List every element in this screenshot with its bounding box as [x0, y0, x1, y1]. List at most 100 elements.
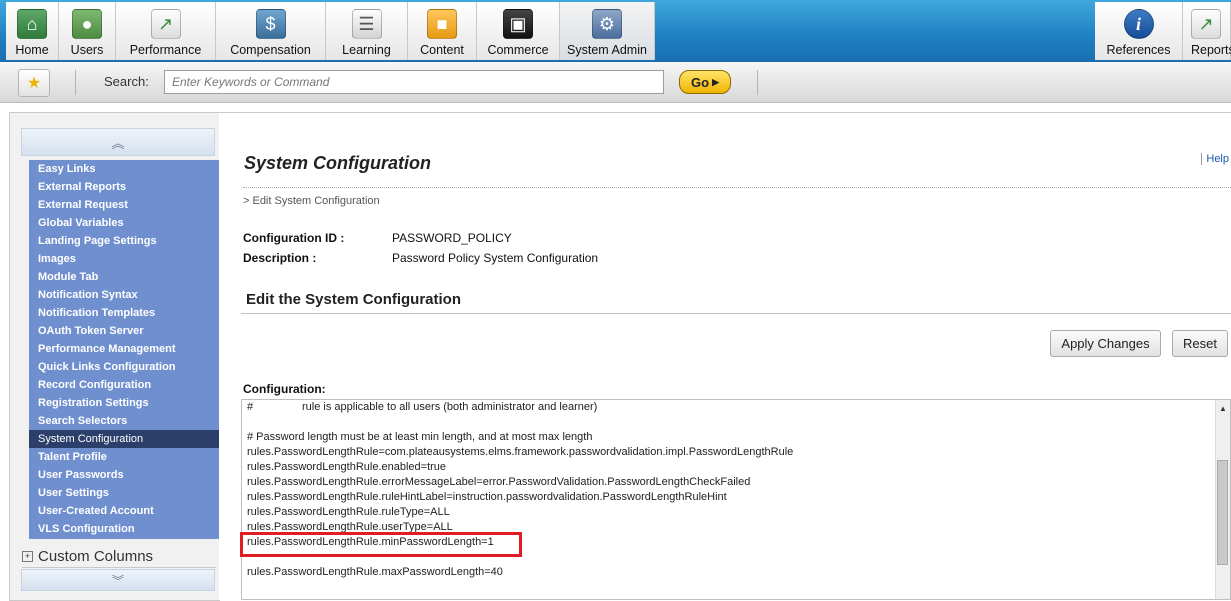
nav-tab-compensation[interactable]: $ Compensation	[216, 2, 326, 60]
nav-tab-performance[interactable]: ↗ Performance	[116, 2, 216, 60]
toolbar-divider	[757, 70, 758, 95]
info-icon: i	[1123, 9, 1154, 39]
sidebar-item-external-request[interactable]: External Request	[29, 196, 226, 214]
config-line: rules.PasswordLengthRule.ruleType=ALL	[247, 506, 450, 518]
nav-tab-label: Home	[15, 43, 49, 57]
favorites-star-button[interactable]: ★	[18, 69, 50, 97]
config-id-value: PASSWORD_POLICY	[392, 231, 512, 245]
nav-tab-users[interactable]: ● Users	[59, 2, 116, 60]
sidebar-item-notification-syntax[interactable]: Notification Syntax	[29, 286, 226, 304]
sidebar-item-user-created-account[interactable]: User-Created Account	[29, 502, 226, 520]
commerce-briefcase-icon: ▣	[503, 9, 533, 39]
nav-tab-label: References	[1106, 43, 1171, 57]
sidebar-item-module-tab[interactable]: Module Tab	[29, 268, 226, 286]
config-line: rules.PasswordLengthRule=com.plateausyst…	[247, 446, 794, 458]
double-chevron-up-icon: ︽	[111, 135, 125, 151]
sidebar-item-external-reports[interactable]: External Reports	[29, 178, 226, 196]
section-title: Edit the System Configuration	[246, 291, 462, 308]
sidebar-item-notification-templates[interactable]: Notification Templates	[29, 304, 226, 322]
reports-chart-icon: ↗	[1191, 9, 1221, 39]
search-label: Search:	[104, 74, 149, 89]
sidebar-section-label: Custom Columns	[38, 547, 154, 565]
home-icon: ⌂	[17, 9, 47, 39]
highlight-box-min-password-length	[240, 532, 522, 557]
nav-tab-references[interactable]: i References	[1095, 2, 1183, 60]
page-title: System Configuration	[244, 153, 432, 173]
help-link[interactable]: Help	[1201, 153, 1229, 165]
learning-document-icon: ☰	[351, 9, 382, 39]
nav-tab-label: System Admin	[567, 43, 647, 57]
section-divider	[241, 313, 1231, 314]
config-line	[247, 415, 793, 430]
play-arrow-icon: ▶	[712, 76, 719, 87]
sidebar-item-oauth-token-server[interactable]: OAuth Token Server	[29, 322, 226, 340]
sidebar-item-landing-page-settings[interactable]: Landing Page Settings	[29, 232, 226, 250]
nav-tab-system-admin[interactable]: ⚙ System Admin	[560, 2, 655, 60]
sidebar-item-system-configuration[interactable]: System Configuration	[29, 430, 226, 448]
config-line: rules.PasswordLengthRule.enabled=true	[247, 461, 447, 473]
sidebar-item-easy-links[interactable]: Easy Links	[29, 160, 226, 178]
main-content: System Configuration Help > Edit System …	[219, 112, 1231, 600]
star-icon: ★	[26, 75, 42, 92]
expand-plus-icon: +	[22, 550, 33, 562]
users-icon: ●	[72, 9, 102, 39]
nav-tab-commerce[interactable]: ▣ Commerce	[477, 2, 560, 60]
nav-tab-learning[interactable]: ☰ Learning	[326, 2, 408, 60]
description-label: Description :	[243, 251, 317, 265]
sidebar-item-user-passwords[interactable]: User Passwords	[29, 466, 226, 484]
sidebar-menu: Easy Links External Reports External Reque…	[29, 160, 226, 539]
sidebar-scroll-down-button[interactable]: ︾	[21, 569, 215, 591]
nav-tab-content[interactable]: ■ Content	[408, 2, 477, 60]
right-nav-tabs: i References ↗ Reports	[1095, 2, 1231, 60]
sidebar-item-global-variables[interactable]: Global Variables	[29, 214, 226, 232]
sidebar-scroll-up-button[interactable]: ︽	[21, 128, 215, 156]
config-line: # rule is applicable to all users (both …	[247, 401, 598, 413]
system-admin-icon: ⚙	[592, 9, 622, 39]
main-nav-tabs: ⌂ Home ● Users ↗ Performance $ Compensat…	[6, 2, 655, 60]
toolbar-divider	[75, 70, 76, 95]
configuration-label: Configuration:	[243, 382, 326, 396]
config-line: # Password length must be at least min l…	[247, 431, 593, 443]
configuration-scrollbar[interactable]: ▲	[1215, 400, 1230, 599]
title-divider	[243, 187, 1231, 188]
double-chevron-down-icon: ︾	[111, 573, 124, 588]
sidebar-item-talent-profile[interactable]: Talent Profile	[29, 448, 226, 466]
config-id-label: Configuration ID :	[243, 231, 345, 245]
nav-tab-label: Commerce	[487, 43, 549, 57]
nav-tab-label: Reports	[1191, 43, 1231, 57]
sidebar-item-vls-configuration[interactable]: VLS Configuration	[29, 520, 226, 538]
nav-tab-label: Compensation	[230, 43, 311, 57]
left-sidebar: ︽ Easy Links External Reports External Req…	[9, 112, 226, 601]
sidebar-item-registration-settings[interactable]: Registration Settings	[29, 394, 226, 412]
config-line: rules.PasswordLengthRule.maxPasswordLeng…	[247, 566, 503, 578]
description-value: Password Policy System Configuration	[392, 251, 599, 265]
nav-tab-label: Performance	[129, 43, 202, 57]
config-line: rules.PasswordLengthRule.ruleHintLabel=i…	[247, 491, 727, 503]
sidebar-item-search-selectors[interactable]: Search Selectors	[29, 412, 226, 430]
sidebar-item-record-configuration[interactable]: Record Configuration	[29, 376, 226, 394]
config-line: rules.PasswordLengthRule.errorMessageLab…	[247, 476, 751, 488]
sidebar-item-images[interactable]: Images	[29, 250, 226, 268]
reset-button[interactable]: Reset	[1172, 330, 1228, 357]
apply-changes-button[interactable]: Apply Changes	[1050, 330, 1161, 357]
go-button[interactable]: Go ▶	[679, 70, 731, 94]
nav-tab-home[interactable]: ⌂ Home	[6, 2, 59, 60]
go-button-label: Go	[691, 74, 710, 90]
nav-tab-reports[interactable]: ↗ Reports	[1183, 2, 1231, 60]
sidebar-item-user-settings[interactable]: User Settings	[29, 484, 226, 502]
compensation-icon: $	[255, 9, 286, 39]
nav-tab-label: Content	[420, 43, 464, 57]
content-folder-icon: ■	[427, 9, 457, 39]
configuration-textarea[interactable]: # rule is applicable to all users (both …	[241, 399, 1231, 600]
nav-tab-label: Users	[70, 43, 104, 57]
search-input[interactable]	[164, 70, 664, 94]
scrollbar-thumb[interactable]	[1217, 460, 1228, 565]
breadcrumb: > Edit System Configuration	[243, 195, 380, 207]
sidebar-item-performance-management[interactable]: Performance Management	[29, 340, 226, 358]
top-navigation-bar: ⌂ Home ● Users ↗ Performance $ Compensat…	[0, 0, 1231, 62]
scroll-up-arrow-icon[interactable]: ▲	[1219, 404, 1227, 413]
performance-chart-icon: ↗	[150, 9, 181, 39]
search-toolbar: ★ Search: Go ▶	[0, 62, 1231, 103]
sidebar-item-quick-links-configuration[interactable]: Quick Links Configuration	[29, 358, 226, 376]
sidebar-section-custom-columns[interactable]: + Custom Columns	[22, 545, 216, 568]
